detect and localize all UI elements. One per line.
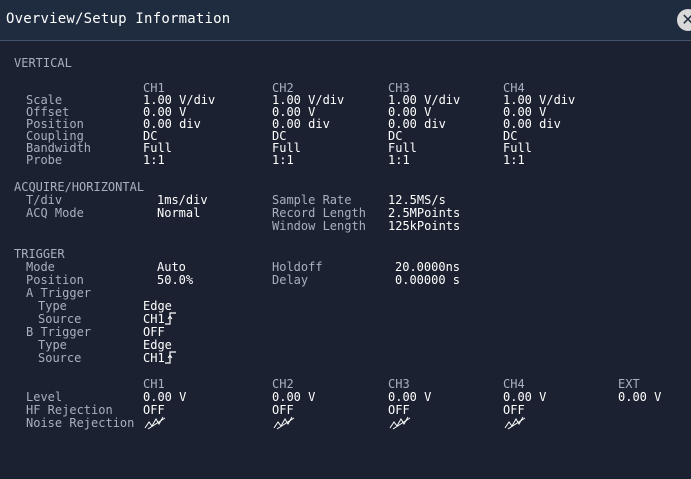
noise-rejection-off-icon — [144, 416, 166, 430]
vertical-section-label: VERTICAL — [14, 56, 72, 70]
hf-rejection-ch3: OFF — [388, 403, 410, 417]
trigger-section-label: TRIGGER — [14, 247, 65, 261]
level-ch4: 0.00 V — [503, 390, 547, 404]
level-ch1: 0.00 V — [143, 390, 187, 404]
level-ch3: 0.00 V — [388, 390, 432, 404]
hf-rejection-ch4: OFF — [503, 403, 525, 417]
level-label: Level — [26, 390, 63, 404]
tdiv-label: T/div — [26, 193, 63, 207]
probe-ch3: 1:1 — [388, 153, 410, 167]
b-source-label: Source — [38, 351, 82, 365]
setup-info-panel: VERTICAL CH1 CH2 CH3 CH4 Scale 1.00 V/di… — [0, 41, 691, 479]
sample-rate-value: 12.5MS/s — [388, 193, 446, 207]
probe-ch1: 1:1 — [143, 153, 165, 167]
trigger-position-value: 50.0% — [157, 273, 194, 287]
level-ext: 0.00 V — [618, 390, 662, 404]
noise-rejection-off-icon — [389, 416, 411, 430]
window-length-value: 125kPoints — [388, 219, 461, 233]
trigger-ch2-header: CH2 — [272, 377, 294, 391]
a-source-label: Source — [38, 312, 82, 326]
trigger-ch4-header: CH4 — [503, 377, 525, 391]
b-type-label: Type — [38, 338, 67, 352]
trigger-ch3-header: CH3 — [388, 377, 410, 391]
trigger-ext-header: EXT — [618, 377, 640, 391]
b-trigger-value: OFF — [143, 325, 165, 339]
noise-rejection-off-icon — [273, 416, 295, 430]
acq-mode-value: Normal — [157, 206, 201, 220]
delay-label: Delay — [272, 273, 309, 287]
a-type-label: Type — [38, 299, 67, 313]
hf-rejection-label: HF Rejection — [26, 403, 113, 417]
acq-mode-label: ACQ Mode — [26, 206, 84, 220]
window-title: Overview/Setup Information — [6, 11, 231, 27]
acquire-section-label: ACQUIRE/HORIZONTAL — [14, 180, 145, 194]
a-type-value: Edge — [143, 299, 172, 313]
a-trigger-label: A Trigger — [26, 286, 92, 300]
delay-value: 0.00000 s — [395, 273, 461, 287]
noise-rejection-label: Noise Rejection — [26, 416, 135, 430]
probe-label: Probe — [26, 153, 63, 167]
hf-rejection-ch2: OFF — [272, 403, 294, 417]
trigger-ch1-header: CH1 — [143, 377, 165, 391]
tdiv-value: 1ms/div — [157, 193, 208, 207]
level-ch2: 0.00 V — [272, 390, 316, 404]
rising-edge-icon — [165, 351, 176, 364]
window-length-label: Window Length — [272, 219, 366, 233]
sample-rate-label: Sample Rate — [272, 193, 352, 207]
holdoff-value: 20.0000ns — [395, 260, 461, 274]
hf-rejection-ch1: OFF — [143, 403, 165, 417]
a-source-value: CH1 — [143, 312, 165, 326]
trigger-mode-value: Auto — [157, 260, 186, 274]
close-icon[interactable]: ✕ — [677, 9, 691, 31]
title-bar: Overview/Setup Information ✕ — [0, 0, 691, 41]
probe-ch2: 1:1 — [272, 153, 294, 167]
record-length-value: 2.5MPoints — [388, 206, 461, 220]
holdoff-label: Holdoff — [272, 260, 323, 274]
trigger-position-label: Position — [26, 273, 84, 287]
noise-rejection-off-icon — [504, 416, 526, 430]
record-length-label: Record Length — [272, 206, 366, 220]
probe-ch4: 1:1 — [503, 153, 525, 167]
b-source-value: CH1 — [143, 351, 165, 365]
trigger-mode-label: Mode — [26, 260, 55, 274]
b-trigger-label: B Trigger — [26, 325, 92, 339]
rising-edge-icon — [165, 312, 176, 325]
b-type-value: Edge — [143, 338, 172, 352]
